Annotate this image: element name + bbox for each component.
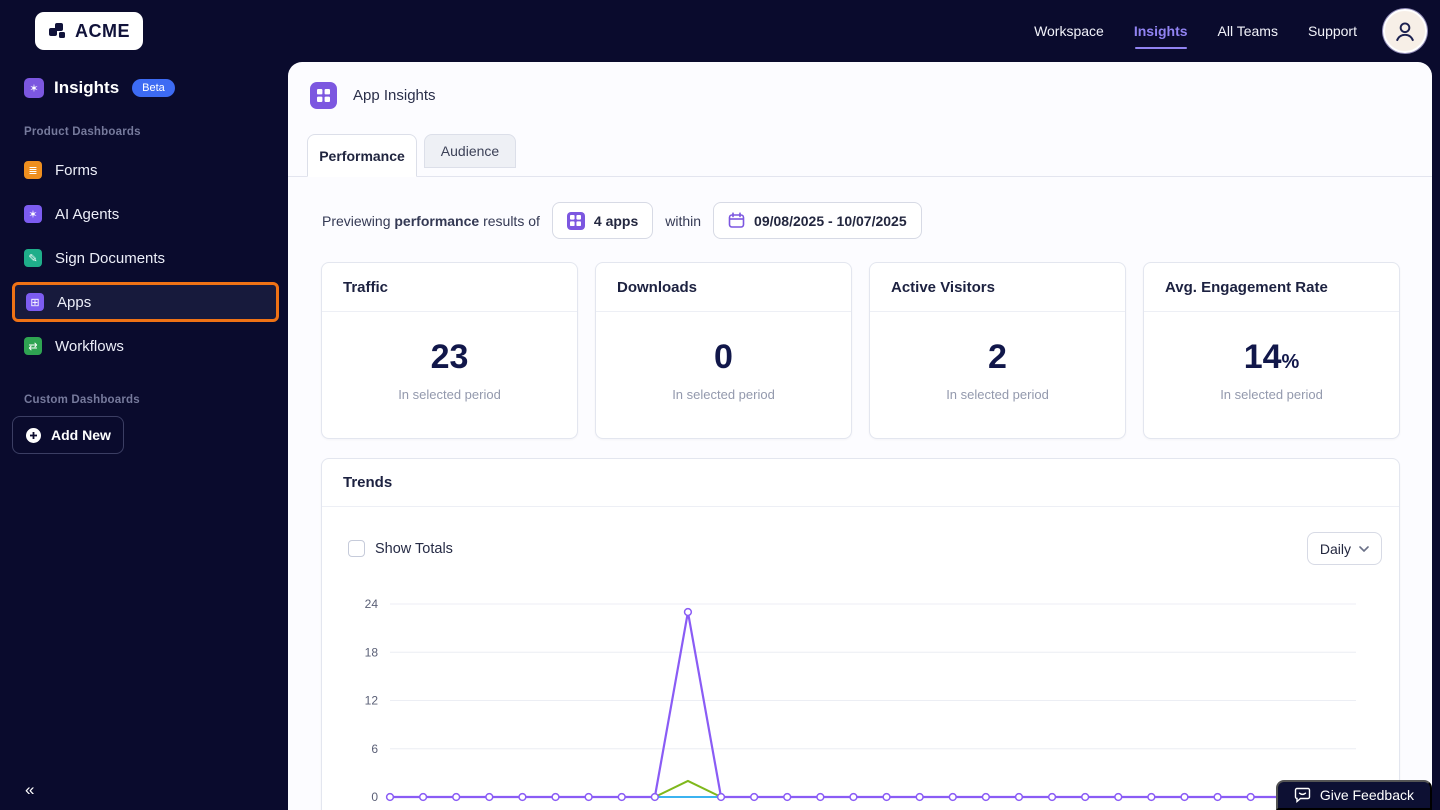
sidebar-item-sign-documents[interactable]: ✎ Sign Documents bbox=[0, 236, 288, 280]
add-new-button[interactable]: Add New bbox=[12, 416, 124, 454]
apps-mini-icon bbox=[566, 211, 585, 230]
acme-logo-icon bbox=[49, 23, 65, 38]
stat-value: 2 bbox=[988, 338, 1007, 376]
interval-label: Daily bbox=[1319, 540, 1351, 557]
sidebar-item-label: Workflows bbox=[55, 337, 124, 355]
stat-subtitle: In selected period bbox=[946, 387, 1049, 402]
collapse-sidebar-button[interactable]: « bbox=[25, 780, 34, 800]
within-label: within bbox=[665, 212, 702, 229]
date-range-label: 09/08/2025 - 10/07/2025 bbox=[754, 212, 907, 229]
svg-text:12: 12 bbox=[365, 694, 379, 708]
nav-insights[interactable]: Insights bbox=[1134, 23, 1188, 49]
topbar: ACME Workspace Insights All Teams Suppor… bbox=[0, 0, 1440, 62]
person-icon bbox=[1395, 22, 1415, 42]
stat-title: Active Visitors bbox=[870, 263, 1125, 312]
sign-documents-icon: ✎ bbox=[24, 249, 42, 267]
workflows-icon: ⇄ bbox=[24, 337, 42, 355]
ai-agents-icon: ✶ bbox=[24, 205, 42, 223]
app-insights-icon bbox=[310, 82, 337, 109]
sidebar-item-forms[interactable]: ≣ Forms bbox=[0, 148, 288, 192]
plus-circle-icon bbox=[26, 427, 41, 443]
stat-card-traffic: Traffic 23 In selected period bbox=[321, 262, 578, 439]
stat-subtitle: In selected period bbox=[398, 387, 501, 402]
stat-value: 0 bbox=[714, 338, 733, 376]
tab-bar: Performance Audience bbox=[288, 134, 1432, 177]
stat-card-engagement-rate: Avg. Engagement Rate 14% In selected per… bbox=[1143, 262, 1400, 439]
section-label-product-dashboards: Product Dashboards bbox=[24, 126, 141, 138]
trends-title: Trends bbox=[322, 459, 1399, 507]
sidebar-item-apps[interactable]: ⊞ Apps bbox=[12, 282, 279, 322]
stat-subtitle: In selected period bbox=[672, 387, 775, 402]
calendar-icon bbox=[728, 212, 745, 228]
show-totals-control: Show Totals bbox=[348, 540, 453, 557]
give-feedback-button[interactable]: Give Feedback bbox=[1275, 780, 1432, 810]
show-totals-label: Show Totals bbox=[375, 540, 453, 557]
interval-dropdown[interactable]: Daily bbox=[1306, 532, 1382, 565]
nav-workspace[interactable]: Workspace bbox=[1034, 23, 1104, 39]
stat-unit: % bbox=[1281, 351, 1300, 373]
forms-icon: ≣ bbox=[24, 161, 42, 179]
svg-text:18: 18 bbox=[365, 645, 379, 659]
svg-text:24: 24 bbox=[365, 597, 379, 611]
apps-selector-dropdown[interactable]: 4 apps bbox=[551, 202, 654, 239]
sidebar-header: ✶ Insights Beta bbox=[0, 78, 288, 98]
feedback-bubble-icon bbox=[1294, 787, 1311, 803]
trends-chart: 0 6 12 18 24 bbox=[365, 597, 1356, 804]
sidebar: ✶ Insights Beta Product Dashboards ≣ For… bbox=[0, 62, 288, 810]
sidebar-item-label: Sign Documents bbox=[55, 249, 166, 267]
sidebar-item-label: Forms bbox=[55, 161, 98, 179]
stat-title: Traffic bbox=[322, 263, 577, 312]
sidebar-item-label: Apps bbox=[57, 293, 92, 311]
sidebar-item-label: AI Agents bbox=[55, 205, 120, 223]
apps-icon: ⊞ bbox=[26, 293, 44, 311]
trends-card: Trends Show Totals Daily 0 6 12 18 24 bbox=[321, 458, 1400, 810]
nav-support[interactable]: Support bbox=[1308, 23, 1357, 39]
section-label-custom-dashboards: Custom Dashboards bbox=[24, 394, 140, 406]
trends-chart-area: 0 6 12 18 24 bbox=[322, 589, 1401, 810]
main-panel: App Insights Performance Audience Previe… bbox=[288, 62, 1432, 810]
stat-title: Downloads bbox=[596, 263, 851, 312]
add-new-label: Add New bbox=[51, 427, 111, 443]
sidebar-item-workflows[interactable]: ⇄ Workflows bbox=[0, 324, 288, 368]
stat-value: 23 bbox=[430, 338, 469, 376]
page-title: App Insights bbox=[353, 87, 436, 104]
tab-performance[interactable]: Performance bbox=[307, 134, 417, 177]
nav-all-teams[interactable]: All Teams bbox=[1218, 23, 1278, 39]
show-totals-checkbox[interactable] bbox=[348, 540, 365, 557]
avatar[interactable] bbox=[1383, 9, 1427, 53]
chevron-down-icon bbox=[1359, 545, 1369, 552]
stat-card-downloads: Downloads 0 In selected period bbox=[595, 262, 852, 439]
tab-audience[interactable]: Audience bbox=[424, 134, 516, 168]
stat-value: 14% bbox=[1243, 338, 1300, 376]
stat-title: Avg. Engagement Rate bbox=[1144, 263, 1399, 312]
date-range-dropdown[interactable]: 09/08/2025 - 10/07/2025 bbox=[713, 202, 922, 239]
give-feedback-label: Give Feedback bbox=[1319, 787, 1414, 803]
sidebar-item-ai-agents[interactable]: ✶ AI Agents bbox=[0, 192, 288, 236]
panel-header: App Insights bbox=[288, 62, 1432, 109]
svg-text:0: 0 bbox=[371, 790, 378, 804]
filter-text: Previewing performance results of bbox=[322, 212, 540, 229]
svg-text:6: 6 bbox=[371, 742, 378, 756]
filter-row: Previewing performance results of 4 apps… bbox=[322, 202, 922, 239]
insights-icon: ✶ bbox=[24, 78, 44, 98]
beta-badge: Beta bbox=[132, 79, 175, 97]
stat-card-active-visitors: Active Visitors 2 In selected period bbox=[869, 262, 1126, 439]
stat-subtitle: In selected period bbox=[1220, 387, 1323, 402]
top-nav: Workspace Insights All Teams Support bbox=[1034, 9, 1427, 53]
stats-row: Traffic 23 In selected period Downloads … bbox=[321, 262, 1400, 439]
acme-logo-text: ACME bbox=[75, 20, 130, 41]
sidebar-title: Insights bbox=[54, 78, 120, 97]
apps-selector-label: 4 apps bbox=[593, 212, 639, 229]
grid-icon bbox=[317, 89, 330, 102]
acme-logo[interactable]: ACME bbox=[35, 12, 143, 50]
